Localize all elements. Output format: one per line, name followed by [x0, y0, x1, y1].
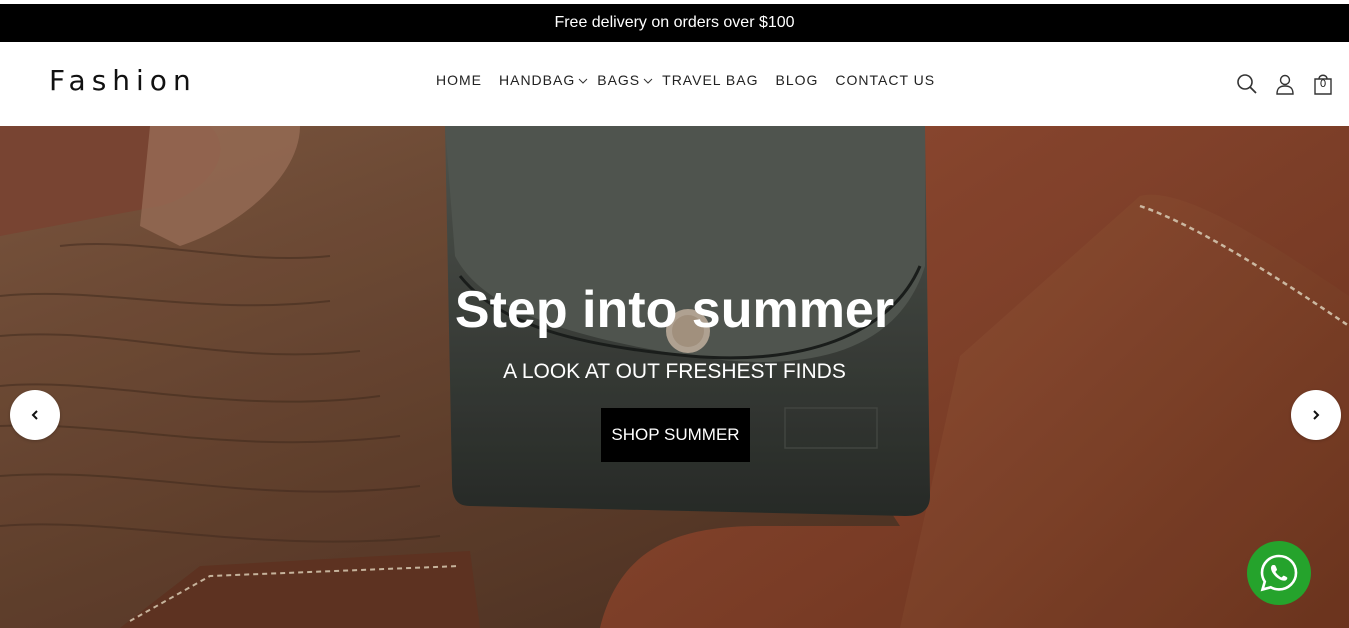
whatsapp-button[interactable] — [1247, 541, 1311, 605]
shop-summer-button[interactable]: SHOP SUMMER — [601, 408, 750, 462]
account-icon — [1276, 74, 1294, 95]
nav-item-blog[interactable]: BLOG — [776, 72, 819, 88]
search-icon — [1237, 74, 1257, 94]
hero-banner: Step into summer A LOOK AT OUT FRESHEST … — [0, 126, 1349, 628]
chevron-right-icon — [1313, 410, 1320, 420]
nav-item-bags[interactable]: BAGS — [597, 72, 653, 88]
nav-item-label: TRAVEL BAG — [662, 72, 759, 88]
slide-prev-button[interactable] — [10, 390, 60, 440]
nav-item-label: CONTACT US — [835, 72, 936, 88]
cart-count: 0 — [1319, 78, 1327, 90]
account-button[interactable] — [1273, 72, 1297, 96]
nav-item-travel-bag[interactable]: TRAVEL BAG — [662, 72, 758, 88]
chevron-down-icon — [643, 78, 653, 84]
hero-subtitle: A LOOK AT OUT FRESHEST FINDS — [503, 360, 846, 383]
search-button[interactable] — [1235, 72, 1259, 96]
chevron-down-icon — [578, 78, 588, 84]
announcement-text: Free delivery on orders over $100 — [554, 14, 795, 31]
chevron-left-icon — [31, 410, 38, 420]
nav-item-label: HOME — [436, 72, 482, 88]
site-header: Fashion HOME HANDBAG BAGS TRAVEL BAG BLO… — [0, 42, 1349, 126]
slide-next-button[interactable] — [1291, 390, 1341, 440]
nav-item-label: HANDBAG — [499, 72, 576, 88]
main-nav: HOME HANDBAG BAGS TRAVEL BAG BLOG CONTAC… — [436, 72, 952, 88]
nav-item-label: BAGS — [597, 72, 641, 88]
nav-item-contact-us[interactable]: CONTACT US — [835, 72, 935, 88]
header-icons: 0 — [1221, 72, 1335, 96]
nav-item-home[interactable]: HOME — [436, 72, 482, 88]
nav-item-label: BLOG — [775, 72, 819, 88]
whatsapp-icon — [1260, 554, 1298, 592]
hero-title: Step into summer — [454, 281, 895, 339]
announcement-bar: Free delivery on orders over $100 — [0, 4, 1349, 42]
nav-item-handbag[interactable]: HANDBAG — [499, 72, 588, 88]
cart-button[interactable]: 0 — [1311, 72, 1335, 96]
site-logo[interactable]: Fashion — [49, 64, 197, 97]
